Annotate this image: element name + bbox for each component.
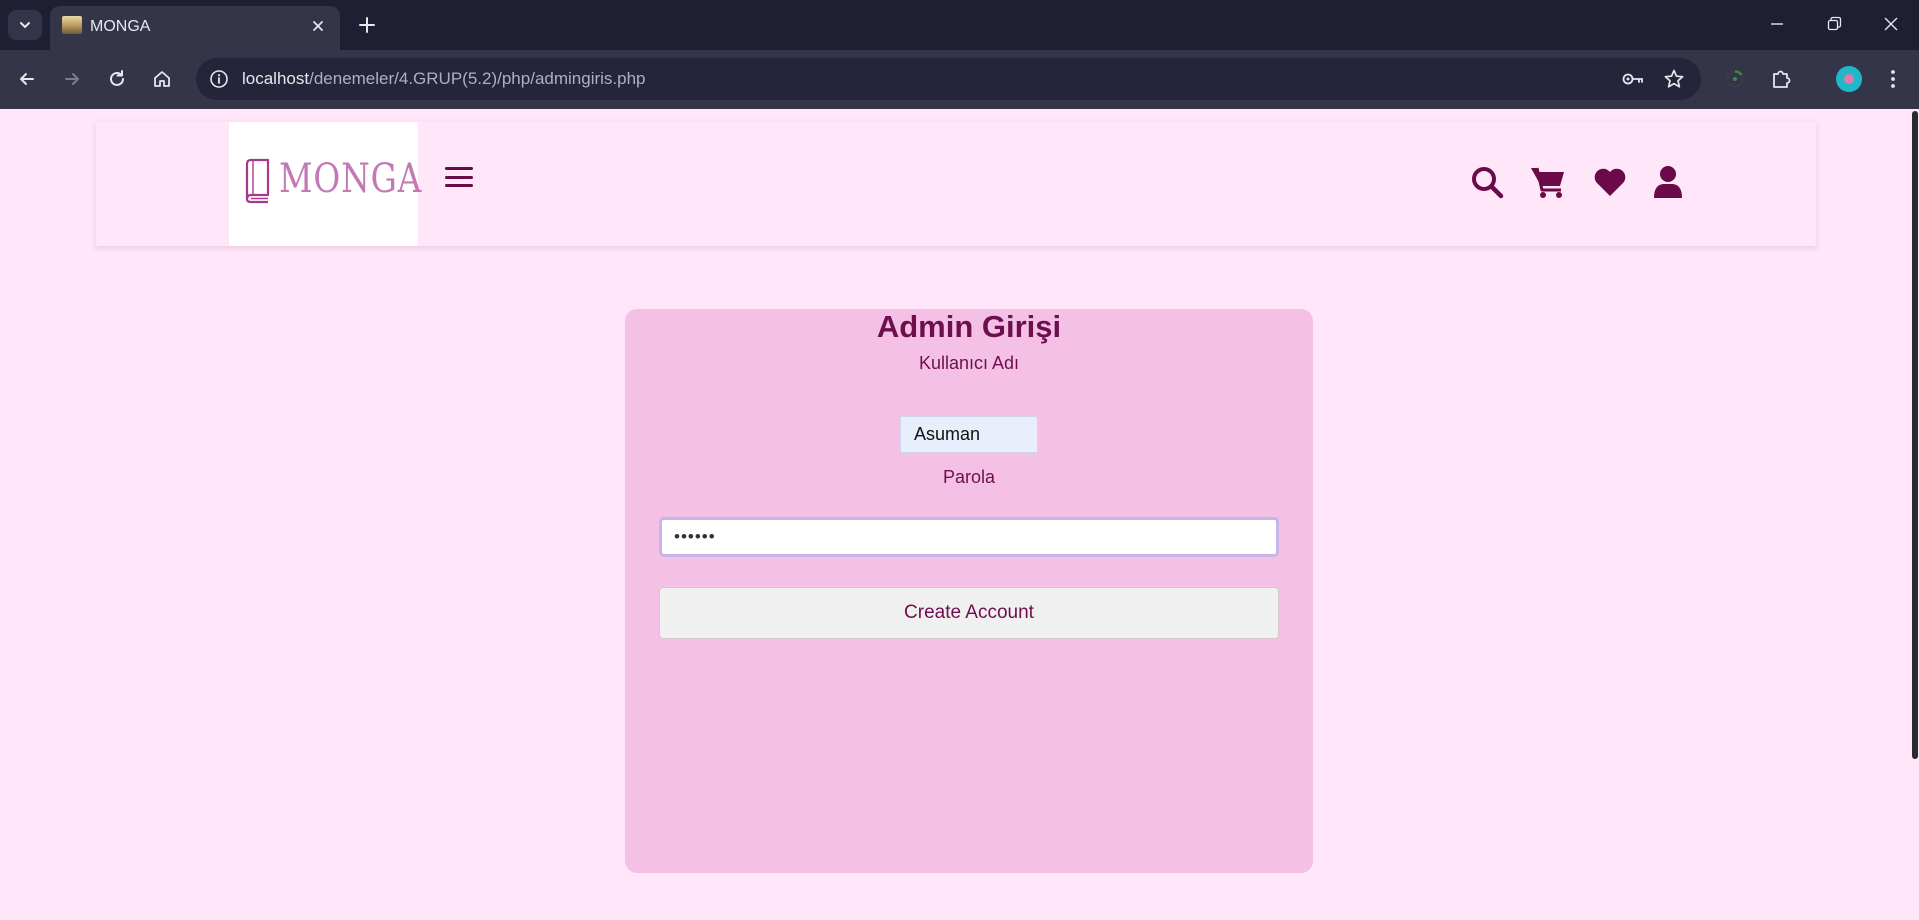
url-host: localhost xyxy=(242,69,310,88)
minimize-button[interactable] xyxy=(1754,4,1800,44)
close-icon xyxy=(1884,17,1898,31)
avatar-icon xyxy=(1844,74,1854,84)
favorites-button[interactable] xyxy=(1590,162,1630,202)
close-window-button[interactable] xyxy=(1868,4,1914,44)
tab-title: MONGA xyxy=(90,18,151,35)
hamburger-menu-button[interactable] xyxy=(445,164,473,190)
home-icon xyxy=(154,71,170,87)
url-text: localhost/denemeler/4.GRUP(5.2)/php/admi… xyxy=(242,69,646,89)
browser-tab[interactable]: MONGA xyxy=(50,6,340,50)
chevron-down-icon xyxy=(20,22,30,29)
search-icon xyxy=(1472,167,1504,199)
hamburger-line xyxy=(445,184,473,187)
create-account-button[interactable]: Create Account xyxy=(659,587,1279,639)
key-icon xyxy=(1622,73,1643,85)
close-icon xyxy=(313,21,323,31)
minimize-icon xyxy=(1771,23,1783,25)
hamburger-line xyxy=(445,167,473,170)
heart-icon xyxy=(1594,168,1626,196)
restore-button[interactable] xyxy=(1811,4,1857,44)
favicon-icon xyxy=(62,16,82,34)
home-button[interactable] xyxy=(145,62,179,96)
kebab-menu-icon xyxy=(1891,70,1895,88)
search-button[interactable] xyxy=(1467,162,1507,202)
cart-icon xyxy=(1531,167,1564,198)
extensions-menu-button[interactable] xyxy=(1764,62,1798,96)
browser-menu-button[interactable] xyxy=(1876,62,1910,96)
password-label: Parola xyxy=(942,467,996,487)
url-path: /denemeler/4.GRUP(5.2)/php/admingiris.ph… xyxy=(309,69,646,88)
username-field[interactable]: Asuman xyxy=(900,416,1038,453)
arrow-left-icon xyxy=(20,73,34,85)
page-viewport: MONGA Admin Girişi Kullanıcı Adı Asuman … xyxy=(0,109,1911,920)
page-scrollbar[interactable] xyxy=(1911,109,1919,920)
account-button[interactable] xyxy=(1648,162,1688,202)
info-icon xyxy=(210,70,228,88)
cart-button[interactable] xyxy=(1528,162,1568,202)
book-icon xyxy=(245,158,270,204)
hamburger-line xyxy=(445,175,473,179)
star-icon xyxy=(1664,69,1684,88)
address-bar[interactable]: localhost/denemeler/4.GRUP(5.2)/php/admi… xyxy=(196,58,1701,100)
puzzle-icon xyxy=(1773,70,1791,88)
site-header: MONGA xyxy=(96,122,1816,246)
scrollbar-thumb[interactable] xyxy=(1912,111,1918,759)
username-label: Kullanıcı Adı xyxy=(918,353,1020,373)
password-field[interactable]: •••••• xyxy=(659,517,1279,557)
extension-button[interactable] xyxy=(1718,62,1752,96)
forward-button[interactable] xyxy=(55,62,89,96)
site-logo[interactable]: MONGA xyxy=(229,122,421,246)
new-tab-button[interactable] xyxy=(352,10,382,40)
bookmark-button[interactable] xyxy=(1659,64,1689,94)
tab-close-button[interactable] xyxy=(306,14,330,38)
user-icon xyxy=(1654,166,1682,198)
plus-icon xyxy=(359,17,375,33)
password-manager-button[interactable] xyxy=(1618,64,1648,94)
browser-tab-bar: MONGA xyxy=(0,0,1919,50)
logo-text: MONGA xyxy=(279,156,423,202)
reload-button[interactable] xyxy=(100,62,134,96)
profile-avatar[interactable] xyxy=(1836,66,1862,92)
site-info-button[interactable] xyxy=(204,64,234,94)
page-title: Admin Girişi xyxy=(876,309,1062,344)
extension-status-icon xyxy=(1726,70,1744,88)
restore-icon xyxy=(1827,16,1842,31)
admin-login-card: Admin Girişi Kullanıcı Adı Asuman Parola… xyxy=(625,309,1313,873)
browser-toolbar: localhost/denemeler/4.GRUP(5.2)/php/admi… xyxy=(0,50,1919,109)
tab-search-button[interactable] xyxy=(8,10,42,40)
arrow-right-icon xyxy=(65,73,79,85)
reload-icon xyxy=(110,70,124,86)
back-button[interactable] xyxy=(10,62,44,96)
